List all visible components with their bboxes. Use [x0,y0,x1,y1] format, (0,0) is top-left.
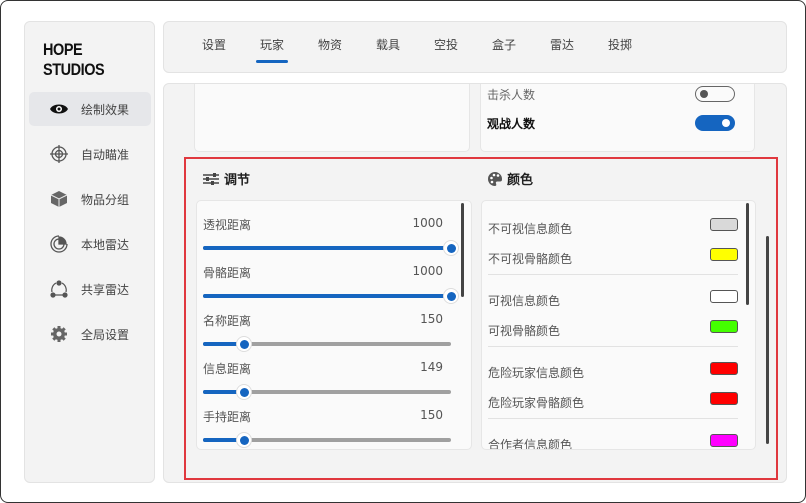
share-icon [49,279,69,299]
slider-label: 信息距离 [203,362,252,376]
toggle-label: 击杀人数 [487,88,536,102]
logo: HOPE STUDIOS [43,40,105,79]
tab-1[interactable]: 玩家 [255,36,289,63]
content-panel: 击杀人数 观战人数 调节 颜色 透视距离 1000 骨骼距离 1000 名称距离 150 信… [163,83,787,483]
sidebar-item-label: 绘制效果 [81,102,130,117]
color-label: 不可视骨骼颜色 [488,252,573,266]
tab-0[interactable]: 设置 [202,36,226,53]
color-swatch[interactable] [710,290,738,303]
tab-6[interactable]: 雷达 [550,36,574,53]
color-swatch[interactable] [710,218,738,231]
slider-label: 手持距离 [203,410,252,424]
sidebar-item-3[interactable]: 本地雷达 [29,227,151,261]
slider-value: 150 [420,312,443,326]
highlight-box: 调节 颜色 透视距离 1000 骨骼距离 1000 名称距离 150 信息距离 149 手持距离… [184,157,778,480]
color-swatch[interactable] [710,392,738,405]
tab-4[interactable]: 空投 [434,36,458,53]
eye-icon [49,99,69,119]
color-row: 不可视信息颜色 [488,218,738,238]
slider-item: 名称距离 150 [203,312,453,360]
sidebar-item-1[interactable]: 自动瞄准 [29,137,151,171]
color-swatch[interactable] [710,434,738,447]
color-row: 可视骨骼颜色 [488,320,738,340]
slider-track[interactable] [203,240,459,256]
color-row: 不可视骨骼颜色 [488,248,738,268]
divider [488,274,738,275]
adjust-scrollbar[interactable] [461,203,464,297]
slider-item: 手持距离 150 [203,408,453,449]
slider-item: 透视距离 1000 [203,216,459,264]
color-row: 可视信息颜色 [488,290,738,310]
slider-label: 透视距离 [203,218,252,232]
slider-value: 149 [420,360,443,374]
slider-track[interactable] [203,288,459,304]
color-label: 危险玩家骨骼颜色 [488,396,585,410]
slider-value: 150 [420,408,443,422]
tab-3[interactable]: 载具 [376,36,400,53]
slider-fill [203,246,451,250]
tab-7[interactable]: 投掷 [608,36,632,53]
color-card: 不可视信息颜色 不可视骨骼颜色 可视信息颜色 可视骨骼颜色危险玩家信息颜色 危险玩家骨骼… [481,200,756,450]
gear-icon [49,324,69,344]
slider-item: 信息距离 149 [203,360,453,408]
slider-label: 名称距离 [203,314,252,328]
slider-track[interactable] [203,336,451,352]
color-swatch[interactable] [710,362,738,375]
radar-icon [49,234,69,254]
kill-count-toggle[interactable] [695,86,735,102]
slider-fill [203,294,451,298]
slider-item: 骨骼距离 1000 [203,264,459,312]
tab-bar: 设置 玩家 物资 载具 空投 盒子 雷达 投掷 [163,21,787,73]
sidebar-item-0[interactable]: 绘制效果 [29,92,151,126]
color-label: 危险玩家信息颜色 [488,366,585,380]
sidebar-item-label: 共享雷达 [81,282,130,297]
slider-thumb[interactable] [236,432,253,448]
slider-thumb[interactable] [443,288,459,304]
color-title-text: 颜色 [507,173,534,188]
slider-track[interactable] [203,384,451,400]
slider-label: 骨骼距离 [203,266,252,280]
sidebar-item-5[interactable]: 全局设置 [29,317,151,351]
spectator-count-toggle[interactable] [695,115,735,131]
color-scrollbar[interactable] [746,203,749,305]
toggle-label: 观战人数 [487,117,536,131]
color-title: 颜色 [487,169,533,188]
top-right-card: 击杀人数 观战人数 [480,84,755,152]
color-label: 可视信息颜色 [488,294,561,308]
palette-icon [488,171,503,186]
divider [488,346,738,347]
slider-track[interactable] [203,432,451,448]
sliders-icon [203,172,219,185]
divider [488,418,738,419]
color-row: 危险玩家骨骼颜色 [488,392,738,412]
slider-thumb[interactable] [443,240,459,256]
adjust-title: 调节 [202,169,250,188]
box-icon [49,189,69,209]
top-left-card [194,84,470,152]
color-label: 合作者信息颜色 [488,438,573,450]
sidebar-item-4[interactable]: 共享雷达 [29,272,151,306]
slider-value: 1000 [412,216,443,230]
sidebar-item-label: 自动瞄准 [81,147,130,162]
slider-thumb[interactable] [236,336,253,352]
tab-5[interactable]: 盒子 [492,36,516,53]
color-swatch[interactable] [710,320,738,333]
slider-value: 1000 [412,264,443,278]
adjust-card: 透视距离 1000 骨骼距离 1000 名称距离 150 信息距离 149 手持距离 150 [196,200,472,450]
color-label: 不可视信息颜色 [488,222,573,236]
sidebar-item-2[interactable]: 物品分组 [29,182,151,216]
tab-2[interactable]: 物资 [318,36,342,53]
content-scrollbar[interactable] [766,236,769,444]
color-label: 可视骨骼颜色 [488,324,561,338]
sidebar: HOPE STUDIOS 绘制效果自动瞄准物品分组本地雷达共享雷达全局设置 [24,21,155,483]
sidebar-item-label: 物品分组 [81,192,130,207]
adjust-title-text: 调节 [224,173,251,188]
slider-thumb[interactable] [236,384,253,400]
sidebar-item-label: 本地雷达 [81,237,130,252]
color-row: 合作者信息颜色 [488,434,738,450]
color-swatch[interactable] [710,248,738,261]
crosshair-icon [49,144,69,164]
color-row: 危险玩家信息颜色 [488,362,738,382]
sidebar-item-label: 全局设置 [81,327,130,342]
